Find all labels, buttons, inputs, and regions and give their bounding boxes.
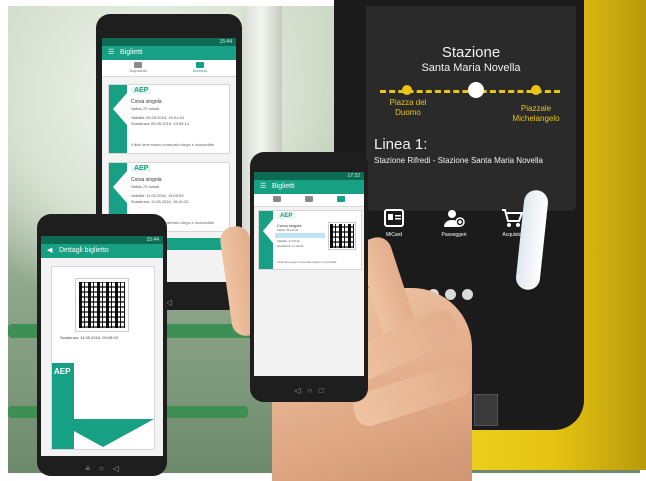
app-bar: ☰ Biglietti <box>254 180 364 194</box>
ticket-validity: Validità: 09.05.2016, 15:01:44 <box>131 115 184 120</box>
ticket-validity: Validità: 17.02.11 <box>277 239 300 243</box>
stop-right-label: Piazzale Michelangelo <box>512 104 560 123</box>
phone-detail: 15:44 ◀ Dettagli biglietto Scadenza: 14.0… <box>37 214 167 476</box>
ticket-note: Il titolo deve essere conservato integro… <box>131 143 215 147</box>
ticket-note: Il titolo deve essere conservato integro… <box>277 261 337 264</box>
ticket-subtitle: Valido 70 minuti <box>277 228 299 232</box>
stop-dot-left <box>402 85 412 95</box>
stop-dot-right <box>531 85 541 95</box>
ticket-subtitle: Valido 70 minuti <box>131 184 160 189</box>
line-title: Linea 1: <box>374 136 428 153</box>
current-stop-dot <box>468 82 484 98</box>
menu-icon[interactable]: ☰ <box>108 46 114 60</box>
nav-bar: ◁ ○ □ <box>250 380 368 402</box>
qr-code <box>328 222 356 250</box>
ticket-expiry: Scadenza: 09.05.2016, 15:53:14 <box>131 121 189 126</box>
ticket-validity: Validità: 11.05.2016, 15:09:53 <box>131 193 184 198</box>
validity-highlight <box>275 233 325 238</box>
app-title: Biglietti <box>120 49 143 56</box>
ticket-card[interactable]: AEP Corsa singola Valido 70 minuti Valid… <box>108 84 230 154</box>
ticket-expiry: Scadenza: 17.03.41 <box>277 244 304 248</box>
ticket-detail-card: Scadenza: 14.05.2016, 09:05:03 AEP <box>51 266 155 450</box>
tab-2[interactable] <box>294 196 324 202</box>
aep-logo: AEP <box>54 367 71 376</box>
tab-bar: Acquistati Archivio <box>102 60 236 77</box>
app-title: Dettagli biglietto <box>59 247 109 254</box>
ticket-card[interactable]: AEP Corsa singola Valido 70 minuti Valid… <box>258 210 362 270</box>
status-bar: 17:32 <box>254 172 364 180</box>
aep-logo: AEP <box>277 213 296 219</box>
ticket-subtitle: Valido 70 minuti <box>131 106 160 111</box>
ticket-arrow <box>52 419 154 447</box>
app-bar: ☰ Biglietti <box>102 46 236 60</box>
back-arrow-icon[interactable]: ◀ <box>47 244 53 258</box>
tab-1[interactable] <box>262 196 292 202</box>
ticket-expiry: Scadenza: 11.05.2016, 15:41:23 <box>131 199 189 204</box>
ticket-expiry: Scadenza: 14.05.2016, 09:05:03 <box>60 335 118 340</box>
tab-purchased[interactable]: Acquistati <box>118 62 158 73</box>
qr-code <box>75 278 129 332</box>
scene: Stazione Santa Maria Novella Piazza del … <box>0 0 646 481</box>
tab-3[interactable] <box>326 196 356 202</box>
status-bar: 15:44 <box>41 236 163 244</box>
ticket-title: Corsa singola <box>131 177 162 183</box>
home-icon[interactable]: ≡ ○ ◁ <box>85 464 118 473</box>
station-label: Stazione <box>441 44 501 61</box>
app-bar: ◀ Dettagli biglietto <box>41 244 163 258</box>
tab-bar <box>254 194 364 207</box>
phone-in-hand: 17:32 ☰ Biglietti AEP Corsa singola Valid… <box>250 152 368 402</box>
nav-bar: ≡ ○ ◁ <box>37 462 167 476</box>
stop-left-label: Piazza del Duomo <box>389 98 427 117</box>
phone-detail-screen: 15:44 ◀ Dettagli biglietto Scadenza: 14.0… <box>41 236 163 456</box>
status-bar: 15:44 <box>102 38 236 46</box>
line-route: Stazione Rifredi - Stazione Santa Maria … <box>374 156 543 165</box>
app-title: Biglietti <box>272 183 295 190</box>
tab-archive[interactable]: Archivio <box>180 62 220 73</box>
validator-screen: Stazione Santa Maria Novella Piazza del … <box>366 6 576 211</box>
station-name: Santa Maria Novella <box>421 62 521 74</box>
phone-in-hand-screen: 17:32 ☰ Biglietti AEP Corsa singola Valid… <box>254 172 364 376</box>
menu-icon[interactable]: ☰ <box>260 180 266 194</box>
nav-icons[interactable]: ◁ ○ □ <box>294 386 323 395</box>
aep-logo: AEP <box>131 165 152 172</box>
buy-label: Acquista <box>502 232 522 238</box>
aep-logo: AEP <box>131 87 152 94</box>
ticket-title: Corsa singola <box>131 99 162 105</box>
